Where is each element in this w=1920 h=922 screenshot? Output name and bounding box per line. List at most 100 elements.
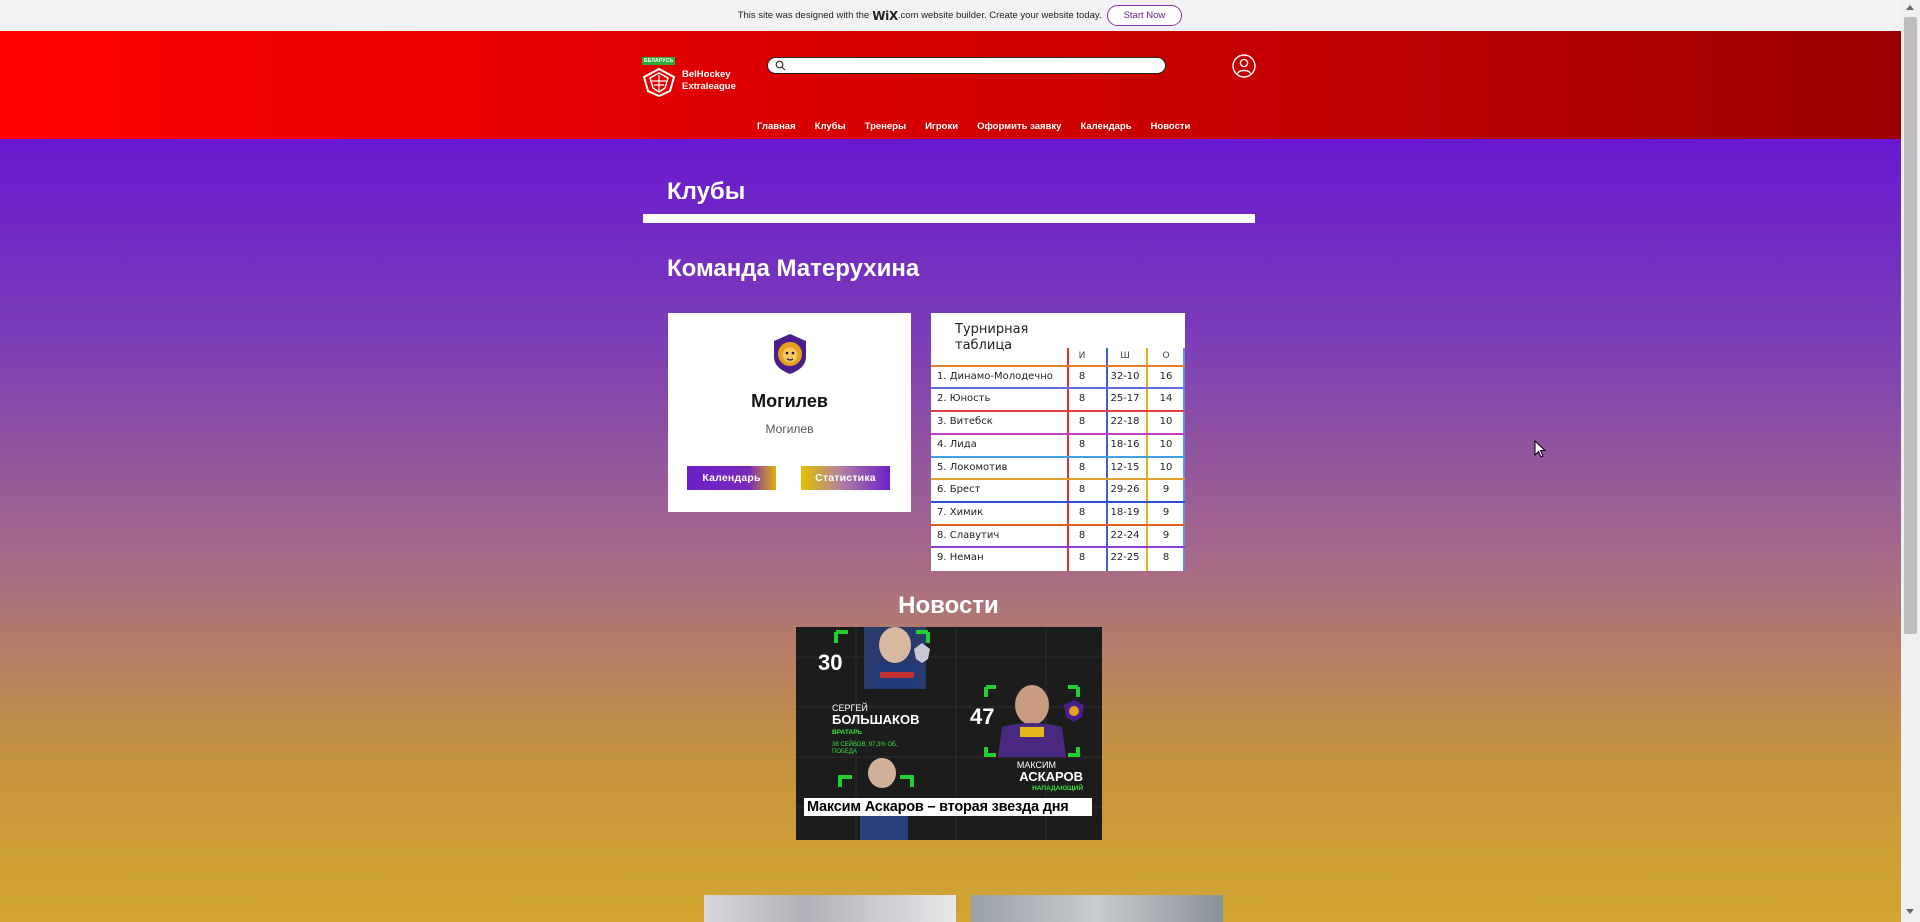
row-team: 5. Локомотив — [937, 462, 1008, 473]
nav-home[interactable]: Главная — [757, 121, 796, 132]
news-thumbnail[interactable] — [971, 895, 1223, 922]
logo-text: BelHockey Extraleague — [682, 69, 736, 93]
page-title: Клубы — [667, 178, 746, 205]
standings-row: 3. Витебск 8 22-18 10 — [931, 410, 1185, 433]
row-points: 16 — [1159, 371, 1173, 382]
row-games: 8 — [1078, 393, 1086, 404]
lion-emblem-icon — [774, 334, 806, 374]
row-goals: 22-18 — [1110, 416, 1140, 427]
nav-players[interactable]: Игроки — [925, 121, 958, 132]
banner-text: This site was designed with the WiX .com … — [738, 9, 1102, 23]
scroll-thumb[interactable] — [1904, 17, 1917, 634]
row-games: 8 — [1078, 484, 1086, 495]
statistics-button[interactable]: Статистика — [801, 466, 890, 490]
col-header-goals: Ш — [1120, 351, 1130, 361]
club-card: Могилев Могилев Календарь Статистика — [668, 313, 911, 512]
row-goals: 12-15 — [1110, 462, 1140, 473]
news-card[interactable]: 30 СЕРГЕЙ БОЛЬШАКОВ ВРАТАРЬ 38 СЕЙВОВ, 9… — [796, 627, 1102, 840]
site-logo[interactable]: БЕЛАРУСЬ BelHockey Extraleague — [642, 57, 752, 102]
nav-news[interactable]: Новости — [1151, 121, 1191, 132]
standings-row: 4. Лида 8 18-16 10 — [931, 433, 1185, 456]
standings-title-line1: Турнирная — [955, 322, 1029, 337]
news-player2-number: 47 — [970, 704, 994, 729]
news-player2-last: АСКАРОВ — [1019, 769, 1083, 784]
row-points: 14 — [1159, 393, 1173, 404]
row-points: 8 — [1162, 552, 1170, 563]
club-city: Могилев — [765, 422, 814, 436]
nav-calendar[interactable]: Календарь — [1080, 121, 1131, 132]
standings-row: 7. Химик 8 18-19 9 — [931, 501, 1185, 524]
logo-line2: Extraleague — [682, 81, 736, 92]
wix-promo-banner: This site was designed with the WiX .com … — [0, 0, 1920, 32]
title-divider — [643, 214, 1255, 223]
banner-text-before: This site was designed with the — [737, 10, 870, 21]
news-section-title: Новости — [898, 592, 999, 619]
row-games: 8 — [1078, 530, 1086, 541]
standings-row: 1. Динамо-Молодечно 8 32-10 16 — [931, 365, 1185, 388]
row-goals: 32-10 — [1110, 371, 1140, 382]
row-points: 9 — [1162, 507, 1170, 518]
col-header-points: О — [1162, 351, 1170, 361]
nav-application[interactable]: Оформить заявку — [977, 121, 1061, 132]
row-games: 8 — [1078, 462, 1086, 473]
logo-line1: BelHockey — [682, 69, 731, 80]
row-team: 4. Лида — [937, 439, 977, 450]
row-points: 9 — [1162, 484, 1170, 495]
row-games: 8 — [1078, 416, 1086, 427]
news-player2-pos: НАПАДАЮЩИЙ — [1032, 783, 1083, 792]
standings-row: 5. Локомотив 8 12-15 10 — [931, 456, 1185, 479]
row-goals: 22-24 — [1110, 530, 1140, 541]
standings-title-line2: таблица — [955, 338, 1013, 353]
row-goals: 22-25 — [1110, 552, 1140, 563]
row-games: 8 — [1078, 439, 1086, 450]
row-games: 8 — [1078, 552, 1086, 563]
nav-clubs[interactable]: Клубы — [815, 121, 846, 132]
site-header: БЕЛАРУСЬ BelHockey Extraleague Главная К… — [0, 31, 1920, 139]
row-points: 10 — [1159, 439, 1173, 450]
row-team: 1. Динамо-Молодечно — [937, 371, 1053, 382]
row-team: 6. Брест — [937, 484, 981, 495]
row-games: 8 — [1078, 371, 1086, 382]
row-goals: 18-16 — [1110, 439, 1140, 450]
news-thumbnail[interactable] — [704, 895, 956, 922]
nav-coaches[interactable]: Тренеры — [865, 121, 906, 132]
mouse-cursor-icon — [1534, 440, 1546, 458]
row-team: 2. Юность — [937, 393, 991, 404]
news-player1-stats2: ПОБЕДА — [832, 749, 857, 755]
club-name: Могилев — [751, 391, 828, 411]
standings-table: Турнирная таблица И Ш О 1. Динамо-Молоде… — [931, 313, 1185, 571]
row-team: 7. Химик — [937, 507, 984, 518]
news-player1-pos: ВРАТАРЬ — [832, 729, 862, 736]
page-scrollbar[interactable] — [1901, 0, 1920, 922]
scroll-up-arrow-icon[interactable] — [1906, 5, 1914, 10]
team-title: Команда Матерухина — [667, 255, 920, 282]
row-goals: 25-17 — [1110, 393, 1140, 404]
standings-row: 6. Брест 8 29-26 9 — [931, 478, 1185, 501]
standings-row: 9. Неман 8 22-25 8 — [931, 546, 1185, 569]
news-player1-last: БОЛЬШАКОВ — [832, 712, 919, 727]
col-header-games: И — [1078, 351, 1086, 361]
start-now-button[interactable]: Start Now — [1106, 5, 1183, 26]
banner-text-after: .com website builder. Create your websit… — [897, 10, 1102, 21]
row-points: 10 — [1159, 416, 1173, 427]
row-team: 8. Славутич — [937, 530, 1000, 541]
row-games: 8 — [1078, 507, 1086, 518]
user-account-icon[interactable] — [1232, 54, 1256, 78]
hockey-emblem-icon — [642, 67, 676, 97]
scroll-down-arrow-icon[interactable] — [1906, 909, 1914, 914]
search-icon — [775, 60, 786, 71]
standings-title: Турнирная таблица — [955, 322, 1028, 354]
news-caption[interactable]: Максим Аскаров – вторая звезда дня — [804, 798, 1092, 816]
news-player1-number: 30 — [818, 650, 842, 675]
calendar-button[interactable]: Календарь — [687, 466, 776, 490]
logo-flag-label: БЕЛАРУСЬ — [642, 57, 676, 65]
row-team: 3. Витебск — [937, 416, 993, 427]
row-team: 9. Неман — [937, 552, 984, 563]
row-points: 9 — [1162, 530, 1170, 541]
news-player1-stats: 38 СЕЙВОВ, 97,3% ОБ, — [832, 740, 898, 748]
row-goals: 29-26 — [1110, 484, 1140, 495]
search-input[interactable] — [790, 59, 1150, 71]
wix-logo: WiX — [872, 8, 898, 23]
row-points: 10 — [1159, 462, 1173, 473]
search-bar[interactable] — [767, 57, 1166, 74]
